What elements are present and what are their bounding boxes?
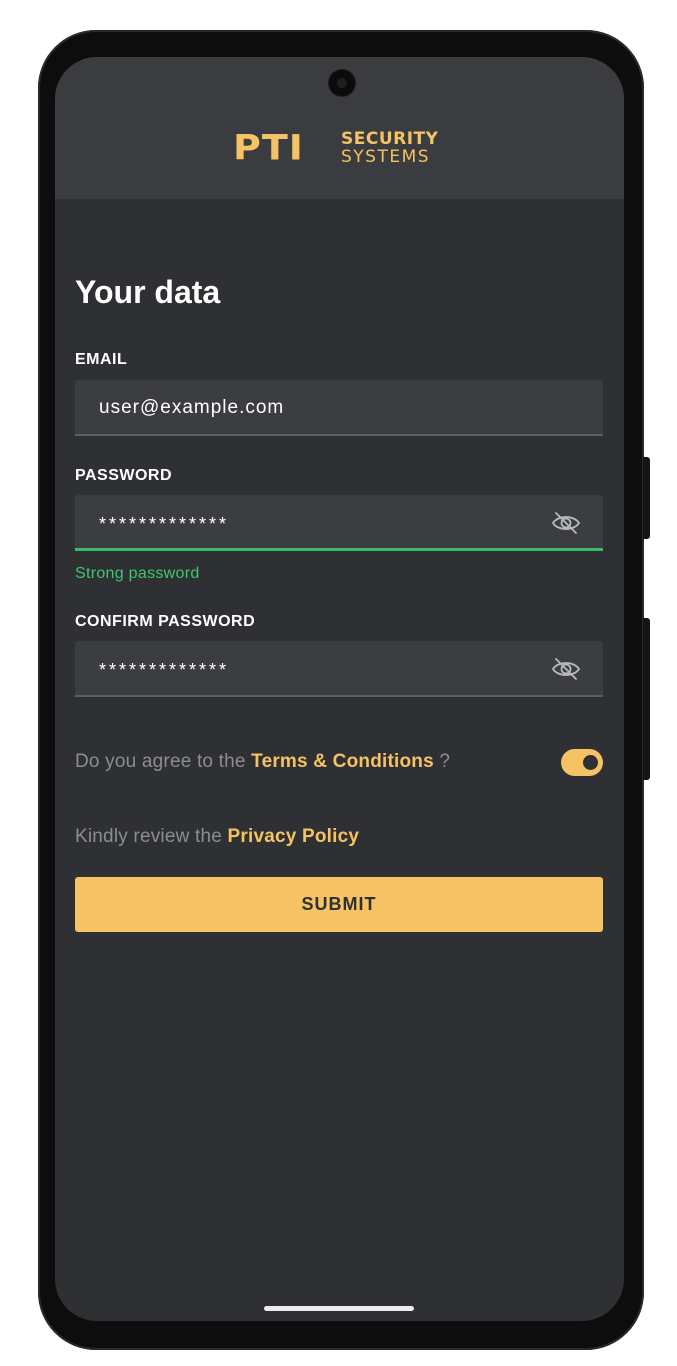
email-value: user@example.com <box>99 397 285 418</box>
page-title: Your data <box>75 274 221 310</box>
privacy-prefix-text: Kindly review the <box>75 826 228 847</box>
submit-button[interactable]: SUBMIT <box>75 877 603 932</box>
privacy-row: Kindly review the Privacy Policy <box>75 826 359 848</box>
company-logo: PTI SECURITY SYSTEMS <box>233 130 447 168</box>
privacy-policy-link[interactable]: Privacy Policy <box>228 826 360 847</box>
terms-toggle[interactable] <box>561 749 603 776</box>
terms-prefix-text: Do you agree to the <box>75 751 252 772</box>
password-strength-text: Strong password <box>75 565 200 582</box>
eye-off-icon[interactable] <box>551 509 581 537</box>
volume-button <box>643 618 650 780</box>
password-field[interactable]: ************* <box>75 495 603 551</box>
logo-text-systems: SYSTEMS <box>341 147 431 167</box>
confirm-password-value: ************* <box>99 660 230 680</box>
power-button <box>643 457 650 539</box>
app-header: PTI SECURITY SYSTEMS <box>55 57 624 199</box>
home-indicator[interactable] <box>264 1306 414 1311</box>
logo-mark: PTI <box>233 127 304 168</box>
email-field[interactable]: user@example.com <box>75 380 603 436</box>
front-camera <box>329 70 355 96</box>
confirm-password-field[interactable]: ************* <box>75 641 603 697</box>
terms-suffix-text: ? <box>433 751 451 772</box>
terms-link[interactable]: Terms & Conditions <box>251 751 434 772</box>
eye-off-icon[interactable] <box>551 655 581 683</box>
toggle-knob <box>583 755 598 770</box>
password-label: PASSWORD <box>75 467 173 484</box>
confirm-password-label: CONFIRM PASSWORD <box>75 613 256 630</box>
password-value: ************* <box>99 514 230 534</box>
email-label: EMAIL <box>75 351 128 368</box>
terms-row: Do you agree to the Terms & Conditions ? <box>75 751 450 773</box>
logo-text-security: SECURITY <box>341 129 439 149</box>
app-screen: PTI SECURITY SYSTEMS Your data EMAIL use… <box>55 57 624 1321</box>
